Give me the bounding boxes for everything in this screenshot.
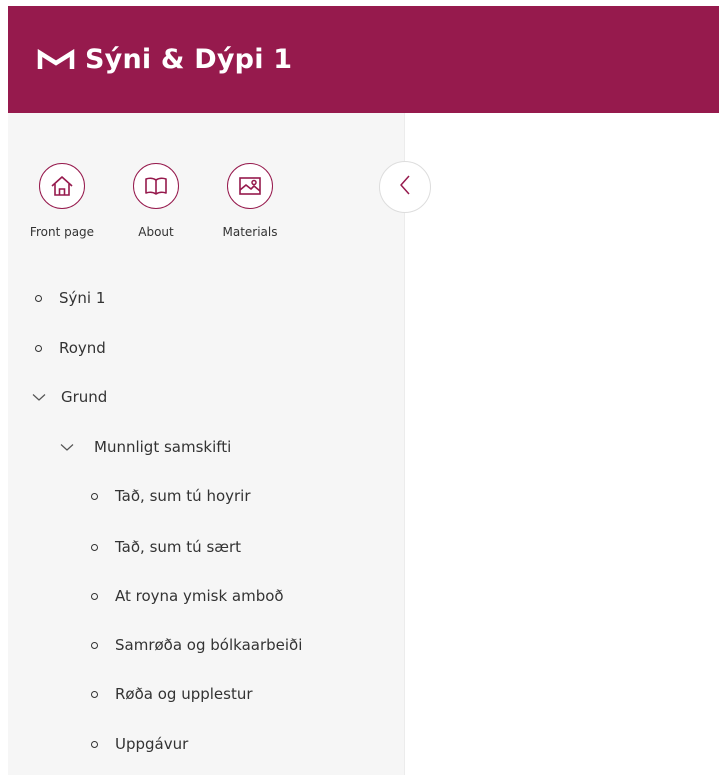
nav-item-label: Tað, sum tú sært bbox=[115, 538, 242, 556]
nav-item-grund[interactable]: Grund bbox=[32, 385, 107, 409]
bullet-icon bbox=[91, 543, 98, 551]
nav-item-label: Sýni 1 bbox=[59, 289, 106, 307]
nav-item-label: Røða og upplestur bbox=[115, 685, 253, 703]
nav-item-label: Tað, sum tú hoyrir bbox=[115, 487, 251, 505]
chevron-down-icon[interactable] bbox=[60, 442, 74, 452]
bullet-icon bbox=[35, 344, 42, 352]
book-icon bbox=[133, 163, 179, 209]
nav-item-label: At royna ymisk amboð bbox=[115, 587, 284, 605]
bullet-icon bbox=[91, 492, 98, 500]
nav-item-label: Munnligt samskifti bbox=[94, 438, 232, 456]
quicklink-label: About bbox=[138, 225, 174, 239]
nav-item-munnligt-samskifti[interactable]: Munnligt samskifti bbox=[60, 435, 231, 459]
bullet-icon bbox=[91, 690, 98, 698]
quicklink-front-page[interactable]: Front page bbox=[22, 163, 102, 239]
bullet-icon bbox=[35, 294, 42, 302]
app-frame: Sýni & Dýpi 1 Front page About Materials… bbox=[0, 0, 719, 775]
nav-item-uppgavur[interactable]: Uppgávur bbox=[91, 732, 188, 756]
nav-item-roda-og-upplestur[interactable]: Røða og upplestur bbox=[91, 682, 253, 706]
nav-item-label: Grund bbox=[61, 388, 108, 406]
nav-item-syni-1[interactable]: Sýni 1 bbox=[35, 286, 105, 310]
app-header: Sýni & Dýpi 1 bbox=[8, 6, 719, 113]
bullet-icon bbox=[91, 740, 98, 748]
bullet-icon bbox=[91, 592, 98, 600]
quicklink-about[interactable]: About bbox=[116, 163, 196, 239]
chevron-left-icon bbox=[399, 174, 411, 200]
app-title[interactable]: Sýni & Dýpi 1 bbox=[85, 44, 292, 75]
nav-item-label: Uppgávur bbox=[115, 735, 189, 753]
nav-item-tad-sum-tu-saert[interactable]: Tað, sum tú sært bbox=[91, 535, 241, 559]
m-logo-icon[interactable] bbox=[37, 48, 77, 72]
home-icon bbox=[39, 163, 85, 209]
nav-item-roynd[interactable]: Roynd bbox=[35, 336, 106, 360]
bullet-icon bbox=[91, 641, 98, 649]
nav-item-at-royna-ymisk-ambod[interactable]: At royna ymisk amboð bbox=[91, 584, 284, 608]
chevron-down-icon[interactable] bbox=[32, 392, 46, 402]
nav-item-samroda-og-bolkaarbeidi[interactable]: Samrøða og bólkaarbeiði bbox=[91, 633, 302, 657]
image-icon bbox=[227, 163, 273, 209]
quicklink-label: Materials bbox=[222, 225, 278, 239]
quicklink-label: Front page bbox=[29, 225, 95, 239]
nav-item-label: Samrøða og bólkaarbeiði bbox=[115, 636, 303, 654]
quicklink-materials[interactable]: Materials bbox=[210, 163, 290, 239]
nav-item-tad-sum-tu-hoyrir[interactable]: Tað, sum tú hoyrir bbox=[91, 484, 251, 508]
nav-item-label: Roynd bbox=[59, 339, 106, 357]
collapse-sidebar-button[interactable] bbox=[379, 161, 431, 213]
